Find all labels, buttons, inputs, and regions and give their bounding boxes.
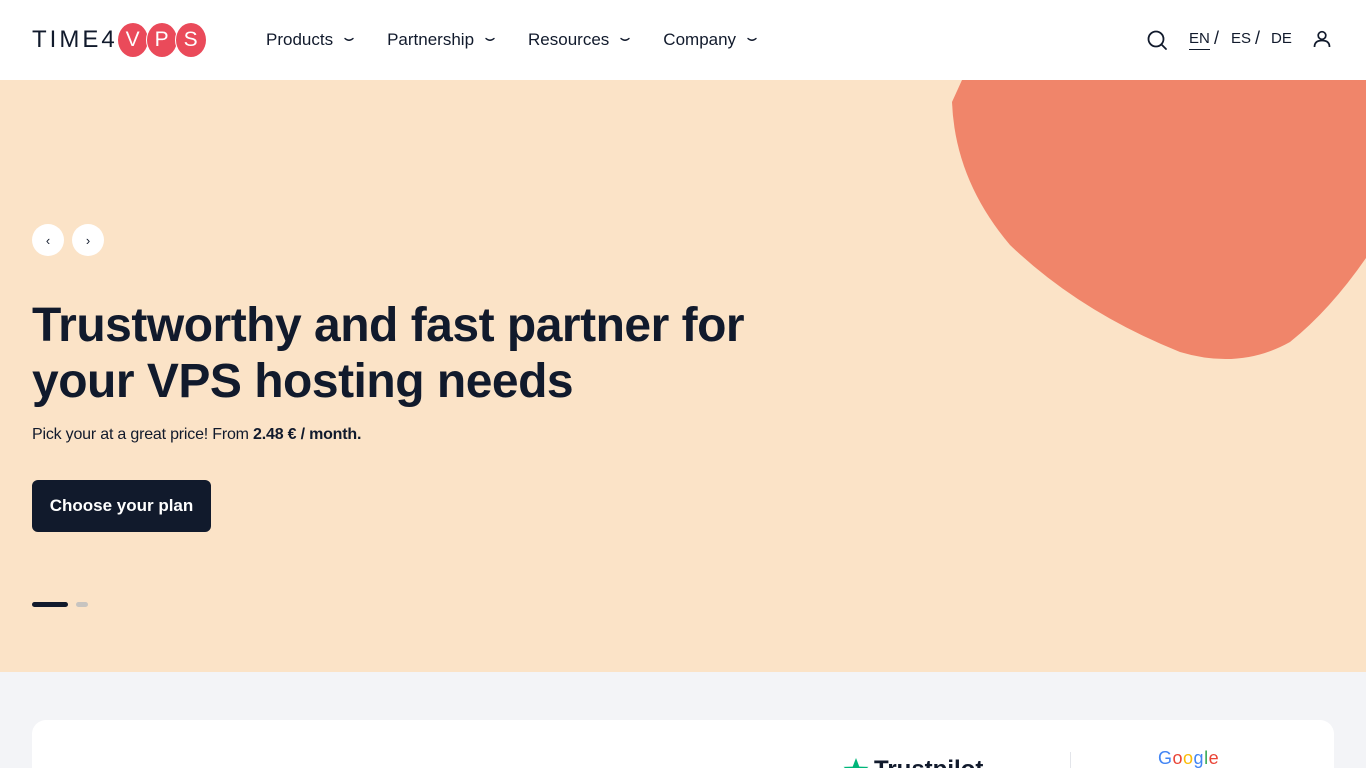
google-letter: g [1193,748,1205,768]
chevron-left-icon: ‹ [45,232,51,248]
nav-item-company[interactable]: Company [663,0,758,80]
nav-item-products[interactable]: Products [266,0,355,80]
hero-price: 2.48 € / month. [253,426,362,443]
search-icon[interactable] [1146,29,1168,51]
google-rating[interactable]: Google [1158,748,1219,768]
reviews-divider [1070,752,1071,768]
site-header: TIME4 V P S Products Partnership Resourc… [0,0,1366,80]
reviews-card: Trustpilot Google [32,720,1334,768]
google-letter: o [1183,748,1194,768]
hero-subtitle: Pick your at a great price! From 2.48 € … [32,426,361,444]
trustpilot-star-icon [843,758,869,768]
prev-slide-button[interactable]: ‹ [32,224,64,256]
trustpilot-label: Trustpilot [874,756,983,768]
slide-indicators [32,602,88,607]
language-separator: / [1255,28,1261,48]
nav-item-label: Company [663,30,737,49]
language-de[interactable]: DE [1271,29,1292,49]
chevron-down-icon [620,37,630,41]
user-icon[interactable] [1312,29,1332,49]
logo-wordmark: TIME4 [32,26,118,53]
main-nav: Products Partnership Resources Company [266,0,758,80]
google-letter: o [1172,748,1184,768]
chevron-right-icon: › [85,232,91,248]
google-letter: G [1158,748,1173,768]
hero-slider: ‹ › Trustworthy and fast partner for you… [0,80,1366,672]
google-letter: e [1208,748,1220,768]
language-en[interactable]: EN [1189,29,1210,50]
slide-indicator-2[interactable] [76,602,88,607]
hero-title: Trustworthy and fast partner for your VP… [32,299,745,408]
nav-item-label: Resources [528,30,610,49]
brand-logo[interactable]: TIME4 V P S [32,21,207,59]
language-separator: / [1214,28,1220,48]
chevron-down-icon [344,37,354,41]
nav-item-label: Partnership [387,30,475,49]
trustpilot-rating[interactable]: Trustpilot [842,756,983,768]
logo-bubbles: V P S [116,22,207,58]
chevron-down-icon [485,37,495,41]
nav-item-partnership[interactable]: Partnership [387,0,496,80]
next-slide-button[interactable]: › [72,224,104,256]
language-es[interactable]: ES [1231,29,1251,49]
logo-bubble-s: S [174,22,207,58]
nav-item-label: Products [266,30,334,49]
chevron-down-icon [747,37,757,41]
hero-subtitle-text: Pick your at a great price! From [32,426,254,443]
choose-plan-button[interactable]: Choose your plan [32,480,211,532]
slide-indicator-1[interactable] [32,602,68,607]
logo-bubble-p: P [145,22,178,58]
nav-item-resources[interactable]: Resources [528,0,631,80]
logo-bubble-v: V [116,22,149,58]
